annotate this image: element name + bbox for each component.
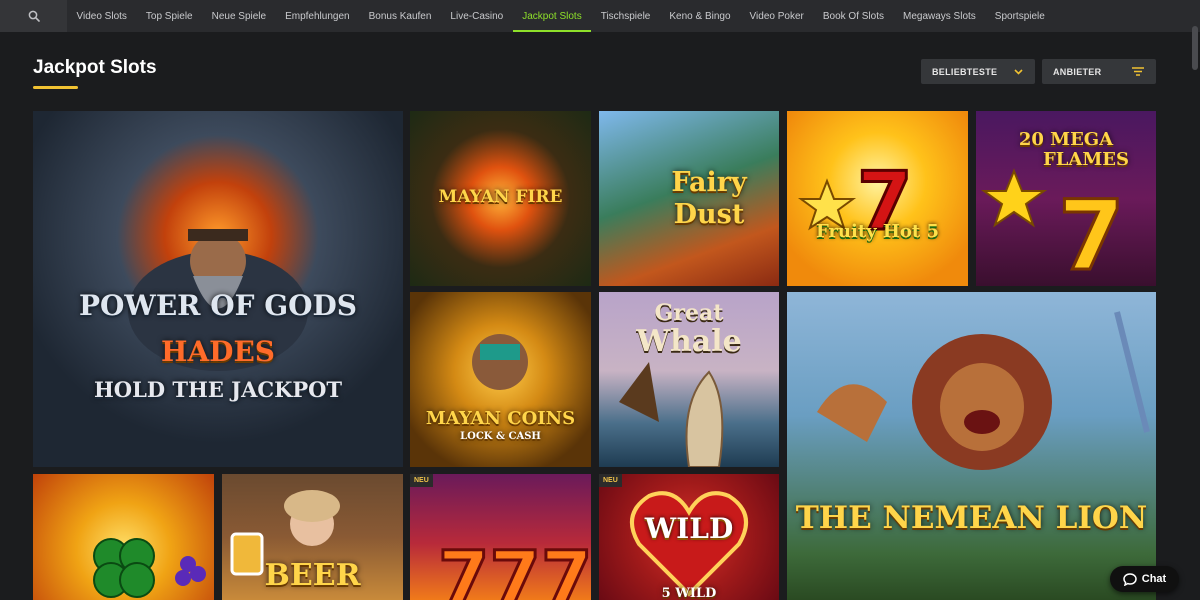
game-tile-beer[interactable]: BEER [222,474,403,600]
game-title-line-2: 5 WILD [661,586,717,600]
game-title-line-2: Whale [636,324,742,359]
game-title-line-2: Dust [673,199,745,230]
game-tile-fairy-dust[interactable]: Fairy Dust [599,111,779,286]
game-title-line-1: Fairy [671,167,747,198]
filter-icon [1132,67,1144,76]
game-title: Fruity Hot 5 [815,221,940,242]
sort-dropdown[interactable]: BELIEBTESTE [921,59,1035,84]
game-title-line-1: MAYAN COINS [425,408,576,429]
title-underline [33,86,78,89]
clover-illustration [93,538,206,598]
scrollbar[interactable] [1192,26,1198,70]
game-tile-wild[interactable]: WILD 5 WILD NEU [599,474,779,600]
nav-item-empfehlungen[interactable]: Empfehlungen [276,0,360,32]
sort-dropdown-label: BELIEBTESTE [932,66,998,77]
game-tile-great-whale[interactable]: Great Whale [599,292,779,467]
game-title-line-3: HOLD THE JACKPOT [93,377,343,402]
nav-item-keno-bingo[interactable]: Keno & Bingo [660,0,740,32]
lion-illustration [817,311,1150,470]
nav-item-neue-spiele[interactable]: Neue Spiele [202,0,275,32]
page-title: Jackpot Slots [33,57,157,78]
search-icon [28,10,40,22]
game-title-line-2: LOCK & CASH [460,431,541,442]
game-title: THE NEMEAN LION [795,500,1148,536]
game-tile-clover[interactable] [33,474,214,600]
game-tile-mayan-fire[interactable]: MAYAN FIRE [410,111,591,286]
provider-dropdown[interactable]: ANBIETER [1042,59,1156,84]
nav-item-sportspiele[interactable]: Sportspiele [985,0,1054,32]
nav-item-live-casino[interactable]: Live-Casino [441,0,513,32]
provider-dropdown-label: ANBIETER [1053,66,1102,77]
game-title-line-1: WILD [644,512,734,545]
seven-symbol-illustration: 7 [980,168,1126,286]
game-title: BEER [264,558,361,593]
nav-item-bonus-kaufen[interactable]: Bonus Kaufen [359,0,441,32]
game-tile-sevens[interactable]: 777 NEU [410,474,591,600]
nav-item-megaways-slots[interactable]: Megaways Slots [893,0,985,32]
chat-button[interactable]: Chat [1110,566,1179,592]
chat-label: Chat [1141,573,1167,585]
seven-symbol-illustration: 7 [797,154,914,250]
game-title-line-2: HADES [160,335,276,368]
svg-text:7: 7 [1058,180,1125,286]
game-tile-mega-flames[interactable]: 20 MEGA FLAMES 7 [976,111,1156,286]
new-badge: NEU [599,474,622,487]
nav-item-top-spiele[interactable]: Top Spiele [136,0,202,32]
chat-icon [1123,572,1137,586]
chevron-down-icon [1014,68,1023,75]
game-tile-nemean-lion[interactable]: THE NEMEAN LION [787,292,1156,600]
game-tile-mayan-coins[interactable]: MAYAN COINS LOCK & CASH [410,292,591,467]
game-title-line-1: Great [654,300,724,326]
game-tile-fruity-hot[interactable]: 7 Fruity Hot 5 [787,111,968,286]
top-nav: Video Slots Top Spiele Neue Spiele Empfe… [0,0,1200,32]
nav-item-book-of-slots[interactable]: Book Of Slots [813,0,893,32]
nav-item-tischspiele[interactable]: Tischspiele [591,0,660,32]
nav-item-video-poker[interactable]: Video Poker [740,0,813,32]
nav-item-jackpot-slots[interactable]: Jackpot Slots [512,0,592,32]
game-tile-power-of-gods[interactable]: POWER OF GODS HADES HOLD THE JACKPOT [33,111,403,467]
new-badge: NEU [410,474,433,487]
triple-seven-illustration: 777 [437,535,592,600]
game-title-line-1: POWER OF GODS [78,289,358,322]
svg-text:777: 777 [438,536,591,600]
nav-item-video-slots[interactable]: Video Slots [67,0,136,32]
nav-items: Video Slots Top Spiele Neue Spiele Empfe… [67,0,1054,32]
search-button[interactable] [0,0,67,32]
game-title: MAYAN FIRE [438,187,563,207]
